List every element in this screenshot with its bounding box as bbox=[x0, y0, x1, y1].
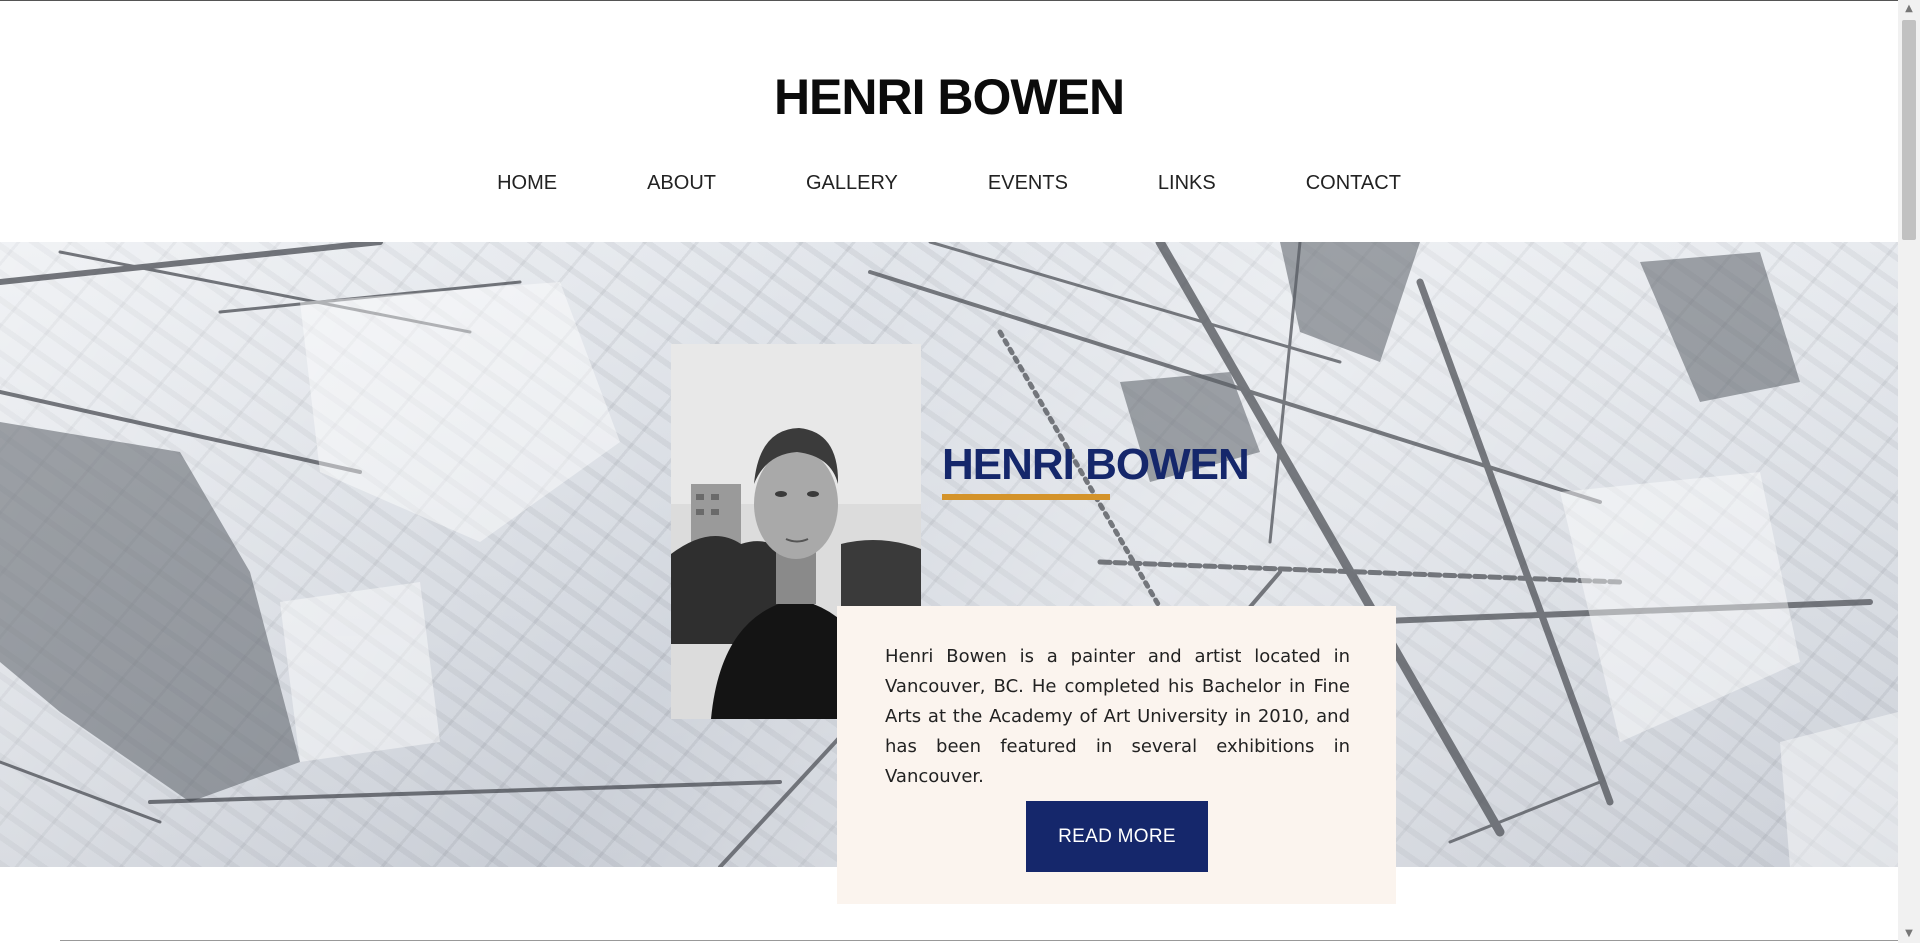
hero-artist-name: HENRI BOWEN bbox=[942, 440, 1250, 489]
nav-about[interactable]: ABOUT bbox=[647, 171, 716, 195]
window-top-border bbox=[0, 0, 1920, 1]
nav-events[interactable]: EVENTS bbox=[988, 171, 1068, 195]
nav-links[interactable]: LINKS bbox=[1158, 171, 1216, 195]
scrollbar-thumb[interactable] bbox=[1902, 20, 1916, 240]
section-divider bbox=[60, 940, 1900, 941]
main-nav: HOME ABOUT GALLERY EVENTS LINKS CONTACT bbox=[0, 171, 1898, 195]
site-title[interactable]: HENRI BOWEN bbox=[0, 72, 1898, 122]
bio-text: Henri Bowen is a painter and artist loca… bbox=[885, 646, 1350, 787]
nav-gallery[interactable]: GALLERY bbox=[806, 171, 898, 195]
nav-contact[interactable]: CONTACT bbox=[1306, 171, 1401, 195]
bio-card: Henri Bowen is a painter and artist loca… bbox=[837, 606, 1396, 904]
read-more-button[interactable]: READ MORE bbox=[1026, 801, 1208, 872]
page-scrollbar[interactable]: ▲ ▼ bbox=[1898, 0, 1920, 943]
chevron-up-icon[interactable]: ▲ bbox=[1898, 0, 1920, 18]
name-underline-accent bbox=[942, 494, 1110, 500]
chevron-down-icon[interactable]: ▼ bbox=[1898, 925, 1920, 943]
nav-home[interactable]: HOME bbox=[497, 171, 557, 195]
